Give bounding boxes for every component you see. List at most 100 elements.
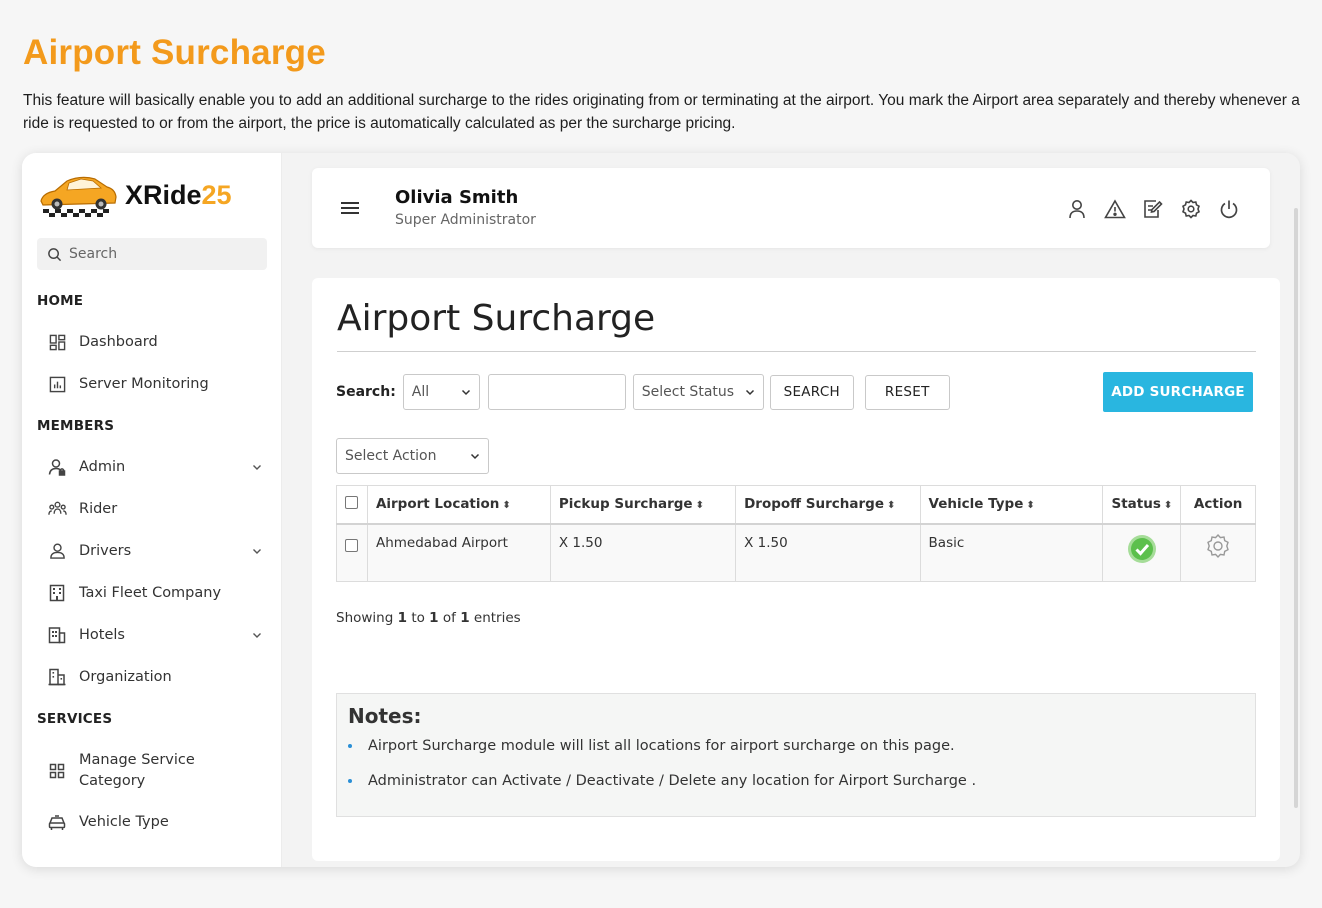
filter-field-value: All [411,384,430,400]
sidebar-item-label: Vehicle Type [79,814,169,830]
chevron-down-icon[interactable] [252,543,262,559]
edit-icon[interactable] [1142,198,1164,220]
power-icon[interactable] [1218,198,1240,220]
column-header-dropoff-surcharge[interactable]: Dropoff Surcharge ⬍ [735,485,921,525]
status-select[interactable]: Select Status [632,374,764,410]
sidebar-item-label: Taxi Fleet Company [79,585,222,601]
active-status-icon[interactable] [1127,534,1157,564]
sidebar-search-placeholder: Search [69,246,118,262]
sidebar-item-label: Admin [79,459,126,475]
note-item: Administrator can Activate / Deactivate … [348,773,976,789]
select-all-checkbox[interactable] [345,495,359,509]
sidebar-item-vehicle-type[interactable]: Vehicle Type [47,812,262,832]
pickup-surcharge-cell: X 1.50 [549,523,737,582]
sidebar-item-hotels[interactable]: Hotels [47,625,262,645]
sidebar-item-server-monitoring[interactable]: Server Monitoring [47,374,262,394]
scrollbar[interactable] [1294,208,1298,808]
chevron-down-icon [745,389,754,395]
sort-icon: ⬍ [695,500,704,512]
sidebar-item-rider[interactable]: Rider [47,499,262,519]
sidebar-item-label: Drivers [79,543,132,559]
column-header-airport-location[interactable]: Airport Location ⬍ [366,485,551,525]
action-cell [1180,523,1256,582]
sidebar-item-manage-service-category[interactable]: Manage Service Category [47,750,262,792]
status-cell [1102,523,1182,582]
nav-section-services: SERVICES [37,711,113,727]
nav-section-home: HOME [37,293,84,309]
sidebar-item-admin[interactable]: Admin [47,457,262,477]
airport-location-cell: Ahmedabad Airport [366,523,551,582]
bulk-action-value: Select Action [345,448,437,464]
sort-icon: ⬍ [1026,500,1035,512]
user-name: Olivia Smith [395,187,519,208]
sidebar: XRide25 Search HOME Dashboard Server Mon… [22,153,282,867]
sort-icon: ⬍ [887,500,896,512]
reset-button[interactable]: RESET [864,374,950,410]
dashboard-icon [47,332,67,352]
dropoff-surcharge-cell: X 1.50 [735,523,921,582]
settings-icon[interactable] [1180,198,1202,220]
title-divider [337,351,1256,352]
sidebar-item-label: Hotels [79,627,125,643]
column-header-status[interactable]: Status ⬍ [1102,485,1182,525]
chevron-down-icon [470,453,480,459]
bullet-icon [348,779,352,783]
chart-icon [47,374,67,394]
filter-field-select[interactable]: All [402,374,480,410]
promo-title: Airport Surcharge [23,33,326,72]
bullet-icon [348,744,352,748]
sidebar-item-label: Server Monitoring [79,376,209,392]
sidebar-item-label: Manage Service Category [79,752,195,789]
hamburger-menu-icon[interactable] [340,200,360,216]
row-checkbox[interactable] [345,538,359,552]
sidebar-item-taxi-fleet-company[interactable]: Taxi Fleet Company [47,583,262,603]
sidebar-item-label: Organization [79,669,172,685]
nav-section-members: MEMBERS [37,418,115,434]
row-select-cell [336,523,368,582]
search-label: Search: [336,384,396,400]
user-icon[interactable] [1066,198,1088,220]
settings-gear-icon[interactable] [1205,533,1231,559]
pagination-info: Showing 1 to 1 of 1 entries [336,610,521,626]
chevron-down-icon [461,389,470,395]
filter-bar: Search: All Select Status SEARCH RESET [336,374,950,410]
table-header-row: Airport Location ⬍ Pickup Surcharge ⬍ Drop… [336,485,1256,525]
search-icon [48,247,62,261]
header-actions [1066,198,1240,220]
sidebar-item-dashboard[interactable]: Dashboard [47,332,262,352]
page-title: Airport Surcharge [337,298,656,339]
sidebar-item-organization[interactable]: Organization [47,667,262,687]
alert-icon[interactable] [1104,198,1126,220]
brand-number: 25 [201,179,232,210]
sidebar-item-drivers[interactable]: Drivers [47,541,262,561]
car-logo-icon [40,176,117,217]
select-all-header [336,485,368,525]
promo-description: This feature will basically enable you t… [23,92,1300,132]
user-role: Super Administrator [395,212,536,228]
chevron-down-icon[interactable] [252,627,262,643]
sidebar-item-label: Dashboard [79,334,158,350]
group-icon [47,499,67,519]
sidebar-search[interactable]: Search [37,238,267,270]
vehicle-type-cell: Basic [919,523,1104,582]
hotel-icon [47,625,67,645]
building-icon [47,583,67,603]
brand-logo[interactable]: XRide25 [37,171,247,219]
sort-icon: ⬍ [1163,500,1173,512]
notes-title: Notes: [348,704,422,728]
sidebar-item-label: Rider [79,501,118,517]
chevron-down-icon[interactable] [252,459,262,475]
column-header-vehicle-type[interactable]: Vehicle Type ⬍ [919,485,1104,525]
column-header-action: Action [1180,485,1256,525]
organization-icon [47,667,67,687]
add-surcharge-button[interactable]: ADD SURCHARGE [1103,372,1253,412]
search-button[interactable]: SEARCH [769,374,854,410]
column-header-pickup-surcharge[interactable]: Pickup Surcharge ⬍ [549,485,737,525]
bulk-action-select[interactable]: Select Action [336,438,489,474]
note-item: Airport Surcharge module will list all l… [348,738,955,754]
table-row: Ahmedabad Airport X 1.50 X 1.50 Basic [336,523,1256,582]
sort-icon: ⬍ [502,500,511,512]
status-select-value: Select Status [641,384,735,400]
search-input[interactable] [487,374,626,410]
grid-icon [47,761,67,781]
